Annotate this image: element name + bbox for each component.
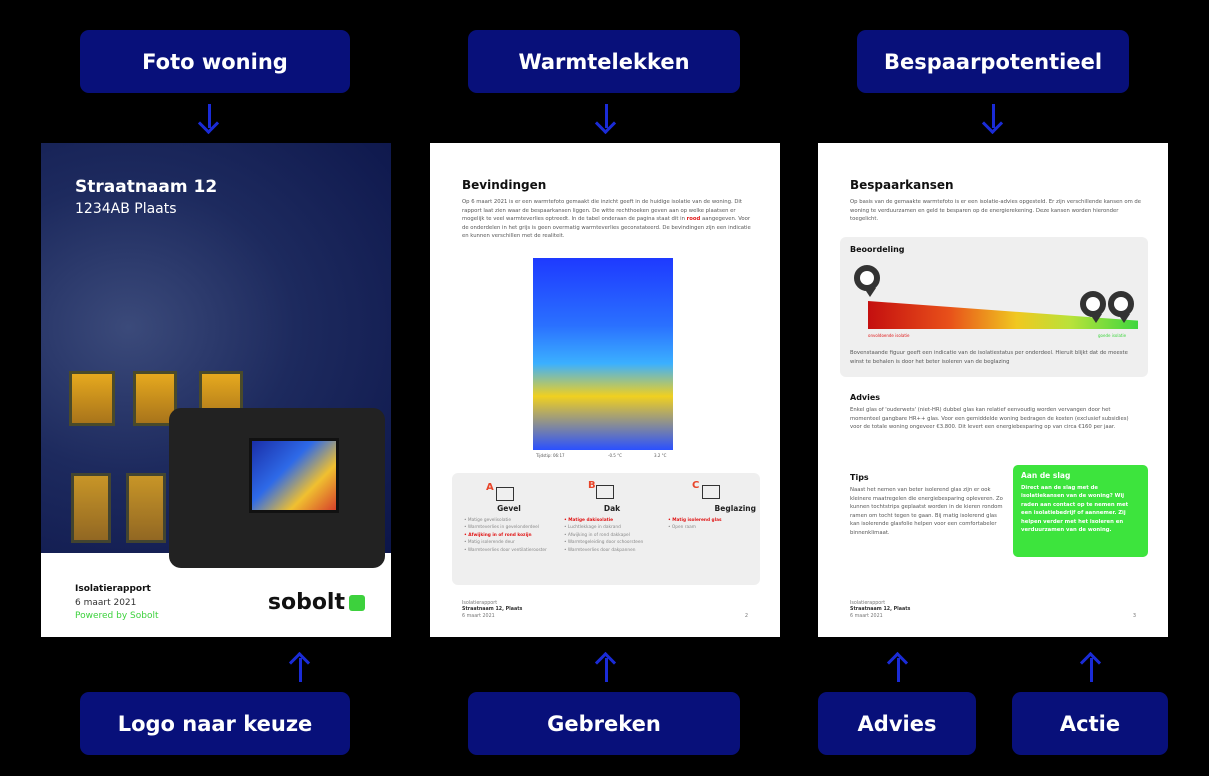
- findings-title: Bevindingen: [462, 178, 547, 192]
- list-item: • Warmtegeleiding door schoorsteen: [564, 540, 644, 546]
- rating-text: Bovenstaande figuur geeft een indicatie …: [850, 350, 1128, 365]
- tips-text: Naast het nemen van beter isolerend glas…: [850, 487, 1003, 536]
- page-footer: Isolatierapport Straatnaam 12, Plaats 6 …: [850, 600, 911, 619]
- cover-date: 6 maart 2021: [75, 598, 137, 608]
- location-pin-icon: [854, 265, 880, 297]
- savings-title: Bespaarkansen: [850, 178, 954, 192]
- defects-column-gevel: Gevel • Matige gevelisolatie • Warmtever…: [464, 505, 554, 555]
- rating-title: Beoordeling: [850, 245, 905, 254]
- defects-column-dak: Dak • Matige dakisolatie • Luchtlekkage …: [564, 505, 660, 555]
- findings-page: Bevindingen Op 6 maart 2021 is er een wa…: [430, 143, 780, 637]
- arrow-up-icon: [605, 658, 608, 682]
- category-letter-c: C: [692, 480, 700, 491]
- list-item: • Warmteverlies door ventilatierooster: [464, 547, 547, 553]
- column-title: Beglazing: [714, 504, 756, 513]
- bar-label-left: onvoldoende isolatie: [868, 333, 910, 338]
- list-item: • Matige gevelisolatie: [464, 517, 512, 523]
- list-item: • Afwijking in of rond dakkapel: [564, 532, 630, 538]
- page-number: 2: [744, 613, 748, 619]
- window: [69, 371, 115, 426]
- category-letter-b: B: [588, 480, 596, 491]
- sobolt-logo-icon: [349, 595, 365, 611]
- arrow-up-icon: [897, 658, 900, 682]
- roof-icon: [596, 485, 614, 499]
- savings-intro: Op basis van de gemaakte warmtefoto is e…: [850, 199, 1142, 223]
- thermal-camera-image: [169, 408, 385, 568]
- list-item: • Warmteverlies in gevelonderdeel: [464, 525, 539, 531]
- thermal-min: -0.5 °C: [608, 453, 622, 458]
- cover-page: Straatnaam 12 1234AB Plaats Isolatierapp…: [41, 143, 391, 637]
- cover-powered-by: Powered by Sobolt: [75, 611, 159, 621]
- action-box: Aan de slag Direct aan de slag met de is…: [1013, 465, 1148, 557]
- list-item: • Afwijking in of rond kozijn: [464, 532, 532, 538]
- arrow-down-icon: [992, 104, 995, 128]
- camera-screen: [249, 438, 339, 513]
- label-gebreken: Gebreken: [468, 692, 740, 755]
- advice-title: Advies: [850, 393, 881, 402]
- list-item: • Matig isolerend glas: [668, 517, 722, 523]
- bar-label-right: goede isolatie: [1098, 333, 1127, 338]
- arrow-up-icon: [1090, 658, 1093, 682]
- list-item: • Matig isolerende deur: [464, 540, 515, 546]
- label-logo-naar-keuze: Logo naar keuze: [80, 692, 350, 755]
- list-item: • Matige dakisolatie: [564, 517, 614, 523]
- action-title: Aan de slag: [1021, 471, 1071, 480]
- findings-intro: Op 6 maart 2021 is er een warmtefoto gem…: [462, 199, 751, 240]
- list-item: • Luchtlekkage in dakrand: [564, 525, 621, 531]
- arrow-down-icon: [208, 104, 211, 128]
- savings-page: Bespaarkansen Op basis van de gemaakte w…: [818, 143, 1168, 637]
- defects-column-beglazing: Beglazing • Matig isolerend glas • Open …: [668, 505, 756, 532]
- thermal-max: 3.2 °C: [654, 453, 667, 458]
- thermal-image: [533, 258, 673, 450]
- label-bespaarpotentieel: Bespaarpotentieel: [857, 30, 1129, 93]
- glazing-icon: [702, 485, 720, 499]
- action-text: Direct aan de slag met de isolatiekansen…: [1021, 485, 1129, 534]
- tips-title: Tips: [850, 473, 869, 482]
- list-item: • Open raam: [668, 525, 696, 531]
- cover-report-label: Isolatierapport: [75, 584, 151, 594]
- location-pin-icon: [1108, 291, 1134, 323]
- advice-text: Enkel glas of 'ouderwets' (niet-HR) dubb…: [850, 407, 1129, 431]
- cover-city: 1234AB Plaats: [75, 201, 177, 217]
- label-foto-woning: Foto woning: [80, 30, 350, 93]
- location-pin-icon: [1080, 291, 1106, 323]
- sobolt-logo: sobolt: [268, 590, 365, 615]
- page-number: 3: [1132, 613, 1136, 619]
- label-advies: Advies: [818, 692, 976, 755]
- page-footer: Isolatierapport Straatnaam 12, Plaats 6 …: [462, 600, 523, 619]
- column-title: Dak: [603, 504, 621, 513]
- facade-icon: [496, 487, 514, 501]
- cover-street: Straatnaam 12: [75, 177, 218, 197]
- label-warmtelekken: Warmtelekken: [468, 30, 740, 93]
- window: [71, 473, 111, 543]
- label-actie: Actie: [1012, 692, 1168, 755]
- arrow-up-icon: [299, 658, 302, 682]
- thermal-time: Tijdstip: 06:17: [536, 453, 565, 458]
- window: [126, 473, 166, 543]
- list-item: • Warmteverlies door dakpannen: [564, 547, 636, 553]
- column-title: Gevel: [497, 504, 521, 513]
- arrow-down-icon: [605, 104, 608, 128]
- category-letter-a: A: [486, 482, 494, 493]
